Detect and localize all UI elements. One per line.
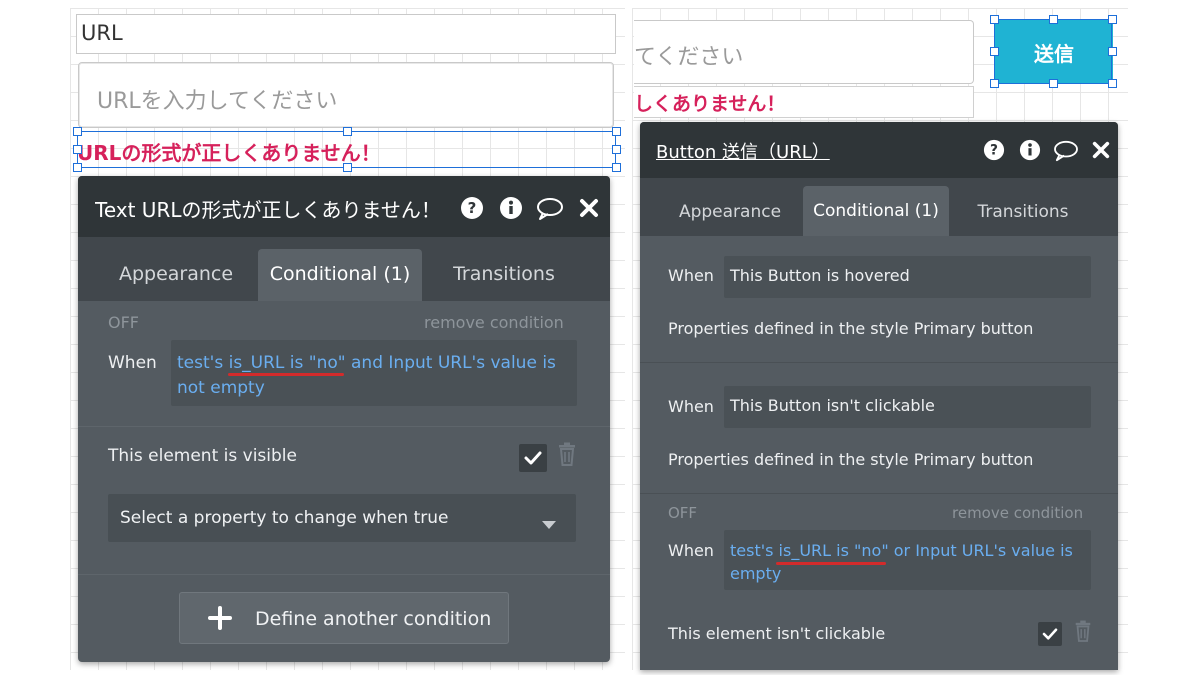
checkmark-icon[interactable]: [1038, 622, 1062, 646]
resize-handle[interactable]: [612, 163, 621, 172]
right-error-text-element[interactable]: しくありません！: [634, 86, 974, 118]
condition-status: OFF: [668, 504, 698, 522]
define-button-label: Define another condition: [255, 608, 492, 630]
question-circle-icon[interactable]: ?: [983, 139, 1005, 161]
caret-down-icon: [542, 514, 556, 533]
resize-handle[interactable]: [73, 145, 82, 154]
editor-title: Button 送信（URL）: [656, 142, 830, 163]
resize-handle[interactable]: [73, 163, 82, 172]
annotation-underline: [228, 373, 344, 376]
resize-handle[interactable]: [1049, 15, 1058, 24]
text-element-editor: Text URLの形式が正しくありません！ ? Appearance Condi…: [78, 176, 610, 662]
section-divider: [78, 426, 610, 427]
remove-condition-link[interactable]: remove condition: [952, 504, 1083, 522]
resize-handle[interactable]: [990, 47, 999, 56]
close-x-icon[interactable]: [1091, 140, 1111, 160]
expression-underlined: is_URL is "no": [228, 353, 346, 373]
resize-handle[interactable]: [612, 127, 621, 136]
editor-title: Text URLの形式が正しくありません！: [95, 198, 441, 222]
style-properties-text: Properties defined in the style Primary …: [668, 450, 1034, 469]
resize-handle[interactable]: [73, 127, 82, 136]
url-label-box[interactable]: URL: [76, 14, 616, 54]
tab-conditional[interactable]: Conditional (1): [803, 186, 949, 236]
editor-header: Button 送信（URL） ?: [640, 122, 1118, 178]
comment-bubble-icon[interactable]: [535, 197, 565, 221]
editor-tabs: Appearance Conditional (1) Transitions: [640, 178, 1118, 236]
right-error-text: しくありません！: [634, 93, 786, 115]
button-element-editor: Button 送信（URL） ? Appearance Conditional …: [640, 122, 1118, 670]
url-label: URL: [81, 21, 123, 45]
tab-appearance[interactable]: Appearance: [106, 263, 246, 285]
trash-icon[interactable]: [1073, 620, 1093, 642]
editor-tabs: Appearance Conditional (1) Transitions: [78, 237, 610, 301]
expression-underlined: is_URL is "no": [778, 541, 889, 560]
trash-icon[interactable]: [556, 442, 578, 466]
annotation-underline: [776, 562, 886, 565]
condition-hovered-text: This Button is hovered: [730, 266, 910, 285]
comment-bubble-icon[interactable]: [1052, 140, 1080, 162]
question-circle-icon[interactable]: ?: [460, 196, 484, 220]
resize-handle[interactable]: [1108, 15, 1117, 24]
svg-text:?: ?: [990, 143, 998, 159]
remove-condition-link[interactable]: remove condition: [424, 313, 564, 332]
right-url-input[interactable]: てください: [634, 20, 974, 84]
url-input-placeholder: URLを入力してください: [97, 89, 338, 114]
condition-status: OFF: [108, 313, 139, 332]
condition-hovered[interactable]: This Button is hovered: [724, 256, 1091, 298]
info-circle-icon[interactable]: [1019, 139, 1041, 161]
tab-transitions[interactable]: Transitions: [956, 202, 1090, 222]
resize-handle[interactable]: [343, 163, 352, 172]
resize-handle[interactable]: [1108, 47, 1117, 56]
resize-handle[interactable]: [1108, 79, 1117, 88]
checkmark-icon[interactable]: [519, 444, 547, 472]
close-x-icon[interactable]: [578, 197, 600, 219]
visible-property-label: This element is visible: [108, 446, 297, 466]
resize-handle[interactable]: [990, 79, 999, 88]
resize-handle[interactable]: [612, 145, 621, 154]
style-properties-text: Properties defined in the style Primary …: [668, 319, 1034, 338]
condition-not-clickable-text: This Button isn't clickable: [730, 396, 935, 415]
when-label: When: [668, 541, 714, 560]
resize-handle[interactable]: [1049, 79, 1058, 88]
when-label: When: [668, 266, 714, 285]
tab-transitions[interactable]: Transitions: [434, 263, 574, 285]
url-input[interactable]: URLを入力してください: [78, 62, 614, 128]
property-select-text: Select a property to change when true: [120, 508, 449, 528]
when-label: When: [668, 397, 714, 416]
expression-prefix: test's: [177, 353, 229, 373]
right-input-placeholder: てください: [634, 45, 744, 70]
resize-handle[interactable]: [990, 15, 999, 24]
section-divider: [640, 362, 1118, 363]
svg-text:?: ?: [468, 199, 477, 217]
editor-header: Text URLの形式が正しくありません！ ?: [78, 176, 610, 237]
expression-prefix: test's: [730, 541, 779, 560]
info-circle-icon[interactable]: [499, 196, 523, 220]
plus-icon: [208, 606, 232, 634]
condition-not-clickable[interactable]: This Button isn't clickable: [724, 386, 1091, 428]
resize-handle[interactable]: [343, 127, 352, 136]
section-divider: [640, 493, 1118, 494]
when-label: When: [108, 353, 157, 373]
tab-conditional[interactable]: Conditional (1): [258, 249, 422, 301]
selection-outline: [994, 19, 1112, 84]
define-another-condition-button[interactable]: Define another condition: [179, 592, 509, 644]
section-divider: [78, 574, 610, 575]
condition-expression[interactable]: test's is_URL is "no" or Input URL's val…: [724, 530, 1091, 590]
tab-appearance[interactable]: Appearance: [662, 202, 798, 222]
property-select-dropdown[interactable]: Select a property to change when true: [108, 494, 576, 542]
clickable-property-label: This element isn't clickable: [668, 624, 886, 643]
